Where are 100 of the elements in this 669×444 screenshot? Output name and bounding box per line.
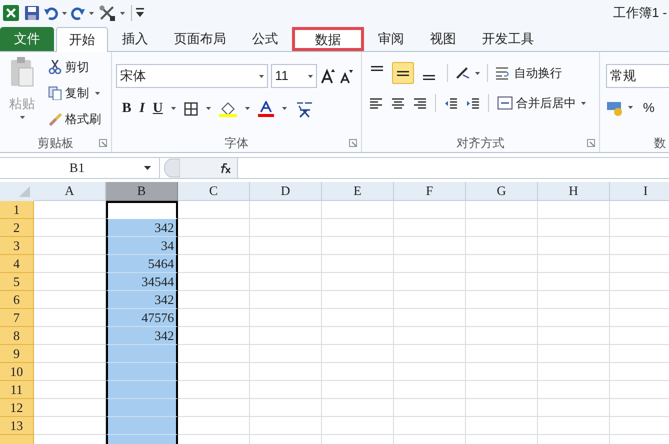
column-header[interactable]: I bbox=[610, 182, 669, 201]
select-all-corner-icon[interactable] bbox=[0, 182, 34, 201]
dialog-launcher-icon[interactable] bbox=[349, 139, 357, 147]
phonetic-guide-icon[interactable] bbox=[294, 100, 315, 118]
caret-icon bbox=[308, 74, 313, 78]
borders-icon[interactable] bbox=[184, 102, 198, 116]
selected-cell[interactable]: 342 bbox=[106, 291, 178, 309]
group-label: 对齐方式 bbox=[456, 135, 504, 152]
font-size-field[interactable]: 11 bbox=[271, 64, 317, 88]
italic-button[interactable]: I bbox=[139, 98, 145, 119]
column-header[interactable]: B bbox=[106, 182, 178, 201]
row-header[interactable]: 11 bbox=[0, 381, 34, 399]
tools-icon[interactable] bbox=[98, 4, 116, 22]
row-header[interactable]: 12 bbox=[0, 399, 34, 417]
selected-cell[interactable] bbox=[106, 345, 178, 363]
ribbon-tab[interactable]: 插入 bbox=[110, 27, 160, 51]
column-header[interactable]: G bbox=[466, 182, 538, 201]
wrap-text-button[interactable]: 自动换行 bbox=[495, 64, 562, 82]
spreadsheet-app-icon[interactable] bbox=[2, 4, 20, 22]
caret-icon[interactable] bbox=[120, 12, 125, 14]
row-header[interactable]: 7 bbox=[0, 309, 34, 327]
selected-cell[interactable]: 34544 bbox=[106, 273, 178, 291]
row-header[interactable]: 5 bbox=[0, 273, 34, 291]
align-right-icon[interactable] bbox=[413, 96, 427, 110]
row-header[interactable]: 9 bbox=[0, 345, 34, 363]
column-header[interactable]: A bbox=[34, 182, 106, 201]
column-header[interactable]: E bbox=[322, 182, 394, 201]
ribbon-tab[interactable]: 开始 bbox=[56, 27, 108, 52]
selected-cell[interactable]: 342 bbox=[106, 327, 178, 345]
selected-cell[interactable] bbox=[106, 417, 178, 435]
caret-icon[interactable] bbox=[62, 12, 67, 14]
align-lines-icon bbox=[371, 66, 383, 71]
column-header[interactable]: H bbox=[538, 182, 610, 201]
selected-cell[interactable]: 5464 bbox=[106, 255, 178, 273]
underline-button[interactable]: U bbox=[152, 98, 163, 119]
ribbon-tab[interactable]: 视图 bbox=[418, 27, 468, 51]
currency-icon[interactable] bbox=[606, 100, 624, 116]
column-header[interactable]: F bbox=[394, 182, 466, 201]
ribbon-tab[interactable]: 审阅 bbox=[366, 27, 416, 51]
row-header[interactable]: 2 bbox=[0, 219, 34, 237]
caret-icon[interactable] bbox=[244, 107, 250, 110]
selected-cell[interactable]: 34 bbox=[106, 237, 178, 255]
row-header[interactable]: 6 bbox=[0, 291, 34, 309]
caret-icon bbox=[20, 116, 24, 118]
percent-button[interactable]: % bbox=[643, 98, 655, 118]
ribbon-tab[interactable]: 数据 bbox=[292, 27, 364, 51]
caret-icon[interactable] bbox=[206, 107, 211, 110]
wrap-text-icon bbox=[495, 66, 511, 80]
row-header[interactable]: 4 bbox=[0, 255, 34, 273]
shrink-font-icon[interactable] bbox=[339, 68, 353, 84]
increase-indent-icon[interactable] bbox=[466, 96, 480, 110]
caret-icon bbox=[144, 166, 151, 170]
font-color-icon[interactable] bbox=[258, 100, 274, 116]
format-painter-button[interactable]: 格式刷 bbox=[48, 108, 101, 130]
caret-icon[interactable] bbox=[628, 106, 633, 110]
cut-button[interactable]: 剪切 bbox=[48, 56, 101, 78]
dialog-launcher-icon[interactable] bbox=[587, 139, 595, 147]
file-tab[interactable]: 文件 bbox=[0, 27, 54, 51]
row-header[interactable]: 8 bbox=[0, 327, 34, 345]
font-name-field[interactable]: 宋体 bbox=[116, 64, 268, 88]
caret-icon[interactable] bbox=[282, 107, 287, 110]
row-header[interactable]: 3 bbox=[0, 237, 34, 255]
customize-menu-icon[interactable] bbox=[136, 8, 144, 18]
align-lines-icon bbox=[423, 75, 435, 80]
grow-font-icon[interactable] bbox=[320, 68, 336, 84]
ribbon-tab[interactable]: 公式 bbox=[240, 27, 290, 51]
selected-cell[interactable] bbox=[106, 381, 178, 399]
active-cell[interactable] bbox=[106, 201, 178, 219]
column-header[interactable]: D bbox=[250, 182, 322, 201]
copy-button[interactable]: 复制 bbox=[48, 82, 101, 104]
caret-icon[interactable] bbox=[89, 12, 94, 14]
align-left-icon[interactable] bbox=[369, 96, 383, 110]
fill-bucket-icon[interactable] bbox=[218, 100, 237, 116]
row-header[interactable]: 10 bbox=[0, 363, 34, 381]
save-icon[interactable] bbox=[24, 5, 40, 21]
selected-cell[interactable] bbox=[106, 363, 178, 381]
row-header[interactable]: 1 bbox=[0, 201, 34, 219]
selected-cell[interactable]: 47576 bbox=[106, 309, 178, 327]
middle-align-button[interactable] bbox=[392, 62, 414, 84]
align-lines-icon bbox=[397, 70, 409, 76]
orientation-icon[interactable] bbox=[455, 66, 471, 80]
caret-icon[interactable] bbox=[170, 107, 176, 110]
selected-cell[interactable] bbox=[106, 399, 178, 417]
bold-button[interactable]: B bbox=[122, 98, 132, 119]
brush-icon bbox=[48, 112, 62, 126]
column-header[interactable]: C bbox=[178, 182, 250, 201]
ribbon-tab[interactable]: 开发工具 bbox=[470, 27, 546, 51]
dialog-launcher-icon[interactable] bbox=[99, 139, 107, 147]
row-header[interactable]: 13 bbox=[0, 417, 34, 435]
undo-icon[interactable] bbox=[44, 6, 58, 20]
scissors-icon bbox=[48, 60, 62, 74]
merge-center-button[interactable]: 合并后居中 bbox=[497, 94, 586, 112]
caret-icon[interactable] bbox=[475, 72, 480, 74]
align-center-icon[interactable] bbox=[391, 96, 405, 110]
redo-icon[interactable] bbox=[71, 6, 85, 20]
ribbon-tab[interactable]: 页面布局 bbox=[162, 27, 238, 51]
decrease-indent-icon[interactable] bbox=[444, 96, 458, 110]
group-label: 数 bbox=[654, 135, 666, 152]
number-format-field[interactable]: 常规 bbox=[606, 64, 669, 88]
selected-cell[interactable]: 342 bbox=[106, 219, 178, 237]
